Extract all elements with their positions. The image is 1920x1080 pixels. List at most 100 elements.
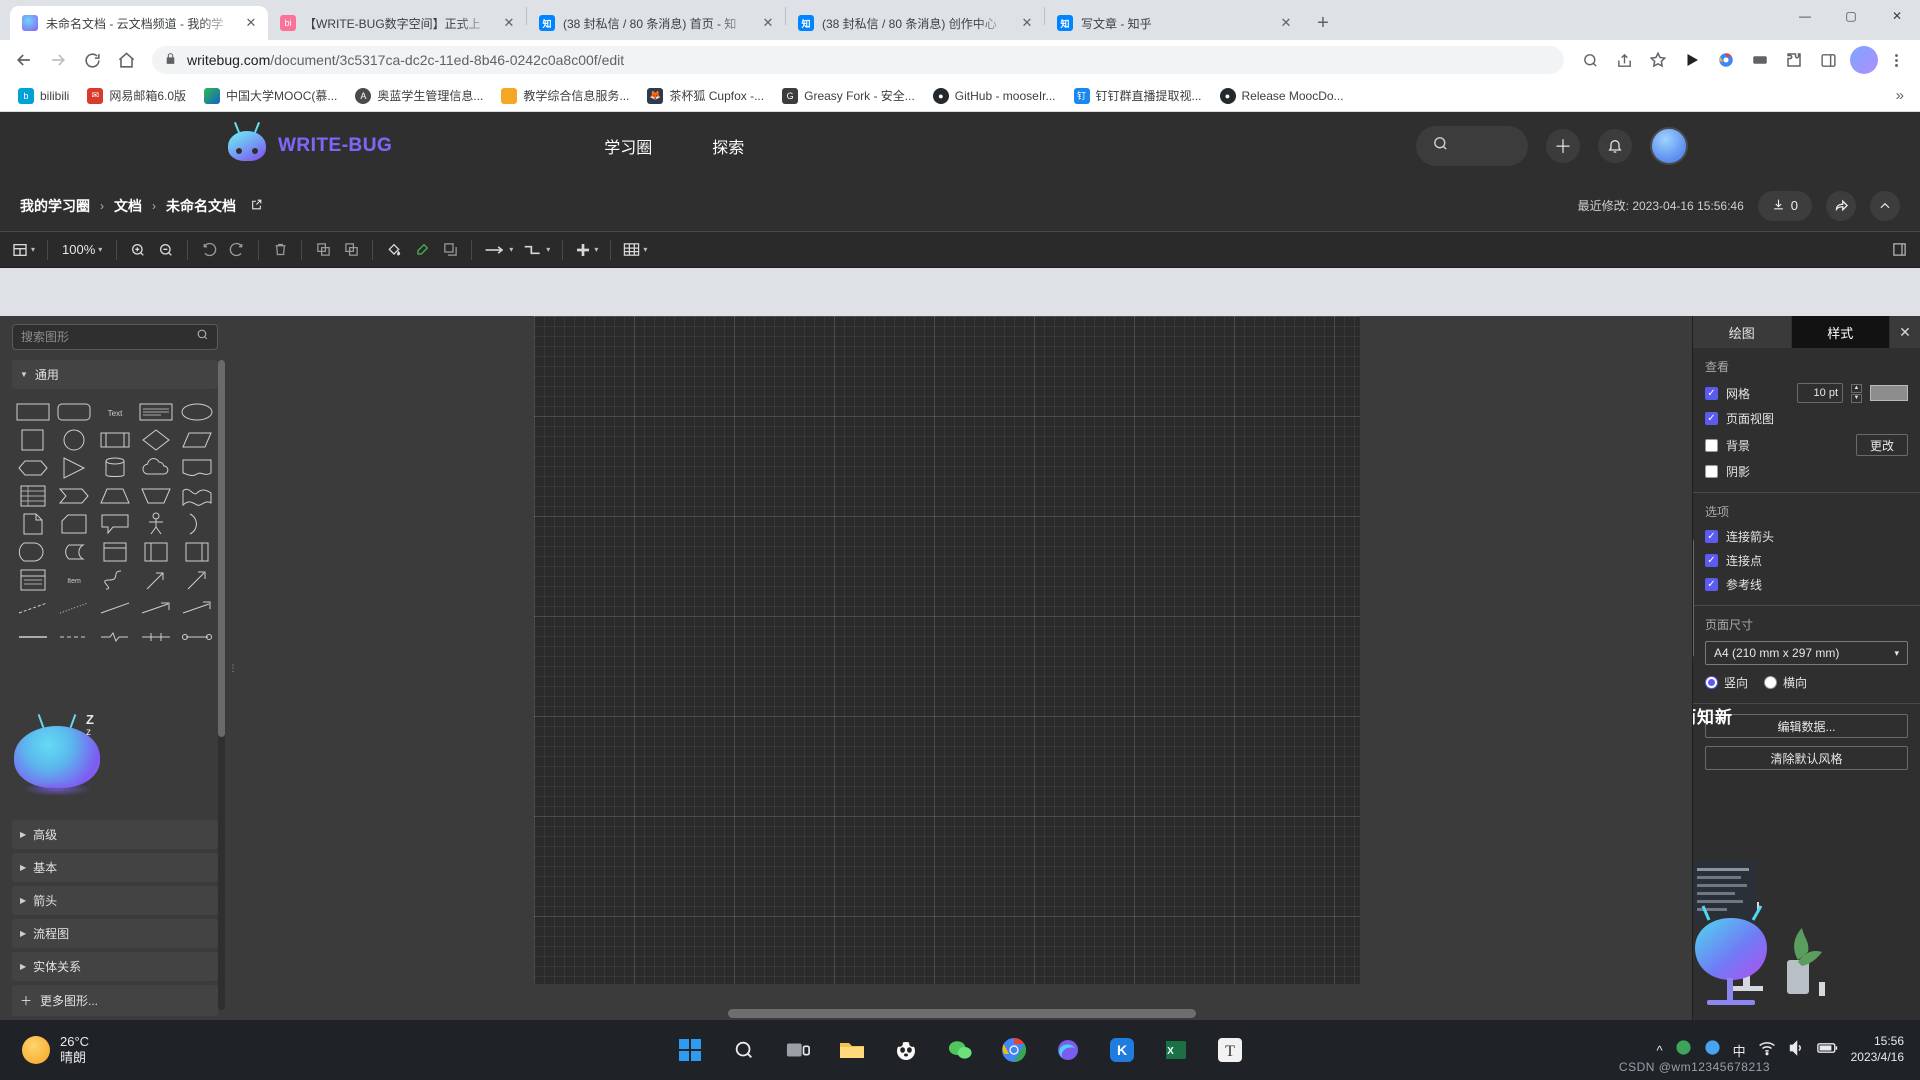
diagram-canvas[interactable] bbox=[238, 316, 1692, 1020]
battery-icon[interactable] bbox=[1816, 1041, 1839, 1060]
bookmark-item[interactable]: 钉 钉钉群直播提取视... bbox=[1066, 83, 1210, 108]
shape-container-h[interactable] bbox=[138, 541, 175, 563]
zoom-level-button[interactable]: 100% ▾ bbox=[56, 236, 108, 264]
shape-curve[interactable] bbox=[96, 569, 133, 591]
bookmark-item[interactable]: 🦊 茶杯狐 Cupfox -... bbox=[639, 83, 772, 108]
shape-section-flowchart[interactable]: ▶ 流程图 bbox=[12, 919, 218, 948]
bookmark-item[interactable]: A 奥蓝学生管理信息... bbox=[347, 83, 491, 108]
chevron-down-icon[interactable]: ▾ bbox=[509, 245, 513, 254]
guides-checkbox[interactable]: ✓ bbox=[1705, 578, 1718, 591]
edit-square-icon[interactable] bbox=[250, 198, 263, 214]
shape-trapezoid[interactable] bbox=[96, 485, 133, 507]
folder-icon[interactable] bbox=[832, 1030, 872, 1070]
format-panel-scrollbar[interactable] bbox=[1693, 538, 1694, 658]
shape-triangle[interactable] bbox=[55, 457, 92, 479]
shape-section-entity-relation[interactable]: ▶ 实体关系 bbox=[12, 952, 218, 981]
shape-diamond[interactable] bbox=[138, 429, 175, 451]
star-icon[interactable] bbox=[1642, 44, 1674, 76]
shape-list[interactable] bbox=[14, 569, 51, 591]
orientation-portrait[interactable]: 竖向 bbox=[1705, 674, 1748, 691]
shape-parallelogram[interactable] bbox=[179, 429, 216, 451]
table-icon[interactable]: ▾ bbox=[619, 236, 651, 264]
bookmark-item[interactable]: ● Release MoocDo... bbox=[1212, 84, 1352, 108]
minimize-button[interactable]: — bbox=[1782, 0, 1828, 32]
page-view-checkbox[interactable]: ✓ bbox=[1705, 412, 1718, 425]
menu-icon[interactable] bbox=[1880, 44, 1912, 76]
shape-cloud[interactable] bbox=[138, 457, 175, 479]
task-view-icon[interactable] bbox=[778, 1030, 818, 1070]
orientation-landscape[interactable]: 横向 bbox=[1764, 674, 1807, 691]
breadcrumb-item-current-doc[interactable]: 未命名文档 bbox=[166, 196, 236, 216]
taskbar-clock[interactable]: 15:56 2023/4/16 bbox=[1851, 1034, 1904, 1065]
search-icon[interactable] bbox=[724, 1030, 764, 1070]
bring-to-front-icon[interactable] bbox=[310, 236, 336, 264]
shape-list-item[interactable]: Item bbox=[55, 569, 92, 591]
shape-tape[interactable] bbox=[55, 541, 92, 563]
tray-expand-icon[interactable]: ^ bbox=[1656, 1043, 1662, 1058]
tray-app-icon-1[interactable] bbox=[1675, 1039, 1692, 1061]
chevron-down-icon[interactable]: ▾ bbox=[31, 245, 35, 254]
shape-vertical-container[interactable] bbox=[179, 541, 216, 563]
new-tab-button[interactable]: + bbox=[1309, 9, 1337, 37]
maximize-button[interactable]: ▢ bbox=[1828, 0, 1874, 32]
forward-icon[interactable] bbox=[42, 44, 74, 76]
shape-text[interactable]: Text bbox=[96, 401, 133, 423]
ime-indicator[interactable]: 中 bbox=[1733, 1041, 1746, 1060]
insert-plus-icon[interactable]: ▾ bbox=[571, 236, 602, 264]
kebab-extension-icon[interactable] bbox=[1744, 44, 1776, 76]
zoom-out-icon[interactable] bbox=[153, 236, 179, 264]
bookmark-item[interactable]: b bilibili bbox=[10, 84, 77, 108]
shape-document[interactable] bbox=[179, 457, 216, 479]
grid-color-swatch[interactable] bbox=[1870, 385, 1908, 401]
shape-note[interactable] bbox=[14, 513, 51, 535]
home-icon[interactable] bbox=[110, 44, 142, 76]
site-search-button[interactable] bbox=[1416, 126, 1528, 166]
shape-square[interactable] bbox=[14, 429, 51, 451]
download-button[interactable]: 0 bbox=[1757, 190, 1812, 221]
palette-resize-handle[interactable]: ⋮ bbox=[228, 316, 238, 1020]
shape-trapezoid-inverted[interactable] bbox=[138, 485, 175, 507]
waypoint-icon[interactable]: ▾ bbox=[519, 236, 554, 264]
close-icon[interactable]: ✕ bbox=[500, 14, 518, 32]
edit-data-button[interactable]: 编辑数据... bbox=[1705, 714, 1908, 738]
search-input[interactable] bbox=[21, 330, 190, 344]
clear-default-style-button[interactable]: 清除默认风格 bbox=[1705, 746, 1908, 770]
wechat-icon[interactable] bbox=[940, 1030, 980, 1070]
browser-tab[interactable]: 未命名文档 - 云文档频道 - 我的学 ✕ bbox=[10, 6, 268, 40]
connection-arrows-checkbox[interactable]: ✓ bbox=[1705, 530, 1718, 543]
zoom-in-icon[interactable] bbox=[125, 236, 151, 264]
shape-table[interactable] bbox=[14, 485, 51, 507]
back-icon[interactable] bbox=[8, 44, 40, 76]
shape-process[interactable] bbox=[96, 429, 133, 451]
more-shapes-button[interactable]: ＋ 更多图形... bbox=[12, 985, 218, 1016]
connection-points-checkbox[interactable]: ✓ bbox=[1705, 554, 1718, 567]
side-panel-icon[interactable] bbox=[1812, 44, 1844, 76]
shape-search[interactable] bbox=[12, 324, 218, 350]
fill-color-icon[interactable] bbox=[381, 236, 407, 264]
tab-style[interactable]: 样式 bbox=[1791, 316, 1890, 348]
grid-size-stepper[interactable]: ▲ ▼ bbox=[1851, 383, 1862, 403]
shape-callout[interactable] bbox=[96, 513, 133, 535]
shape-line-dashed[interactable] bbox=[14, 597, 51, 619]
excel-icon[interactable]: X bbox=[1156, 1030, 1196, 1070]
breadcrumb-item-documents[interactable]: 文档 bbox=[114, 196, 142, 216]
shape-hline-solid[interactable] bbox=[14, 625, 51, 647]
shape-step[interactable] bbox=[55, 485, 92, 507]
shadow-checkbox[interactable] bbox=[1705, 465, 1718, 478]
bookmark-item[interactable]: 教学综合信息服务... bbox=[493, 83, 637, 108]
chevron-down-icon[interactable]: ▾ bbox=[643, 245, 647, 254]
shape-line-plain[interactable] bbox=[96, 597, 133, 619]
format-panel-icon[interactable] bbox=[1886, 236, 1912, 264]
typora-icon[interactable]: T bbox=[1210, 1030, 1250, 1070]
palette-scrollbar[interactable] bbox=[218, 360, 225, 1010]
k-icon[interactable]: K bbox=[1102, 1030, 1142, 1070]
shape-ellipse[interactable] bbox=[179, 401, 216, 423]
shadow-icon[interactable] bbox=[437, 236, 463, 264]
site-logo[interactable]: WRITE-BUG bbox=[228, 131, 392, 161]
portrait-radio[interactable] bbox=[1705, 676, 1718, 689]
bell-icon[interactable] bbox=[1598, 129, 1632, 163]
shape-delay[interactable] bbox=[14, 541, 51, 563]
shape-section-advanced[interactable]: ▶ 高级 bbox=[12, 820, 218, 849]
reload-icon[interactable] bbox=[76, 44, 108, 76]
shape-line-arrow[interactable] bbox=[138, 597, 175, 619]
